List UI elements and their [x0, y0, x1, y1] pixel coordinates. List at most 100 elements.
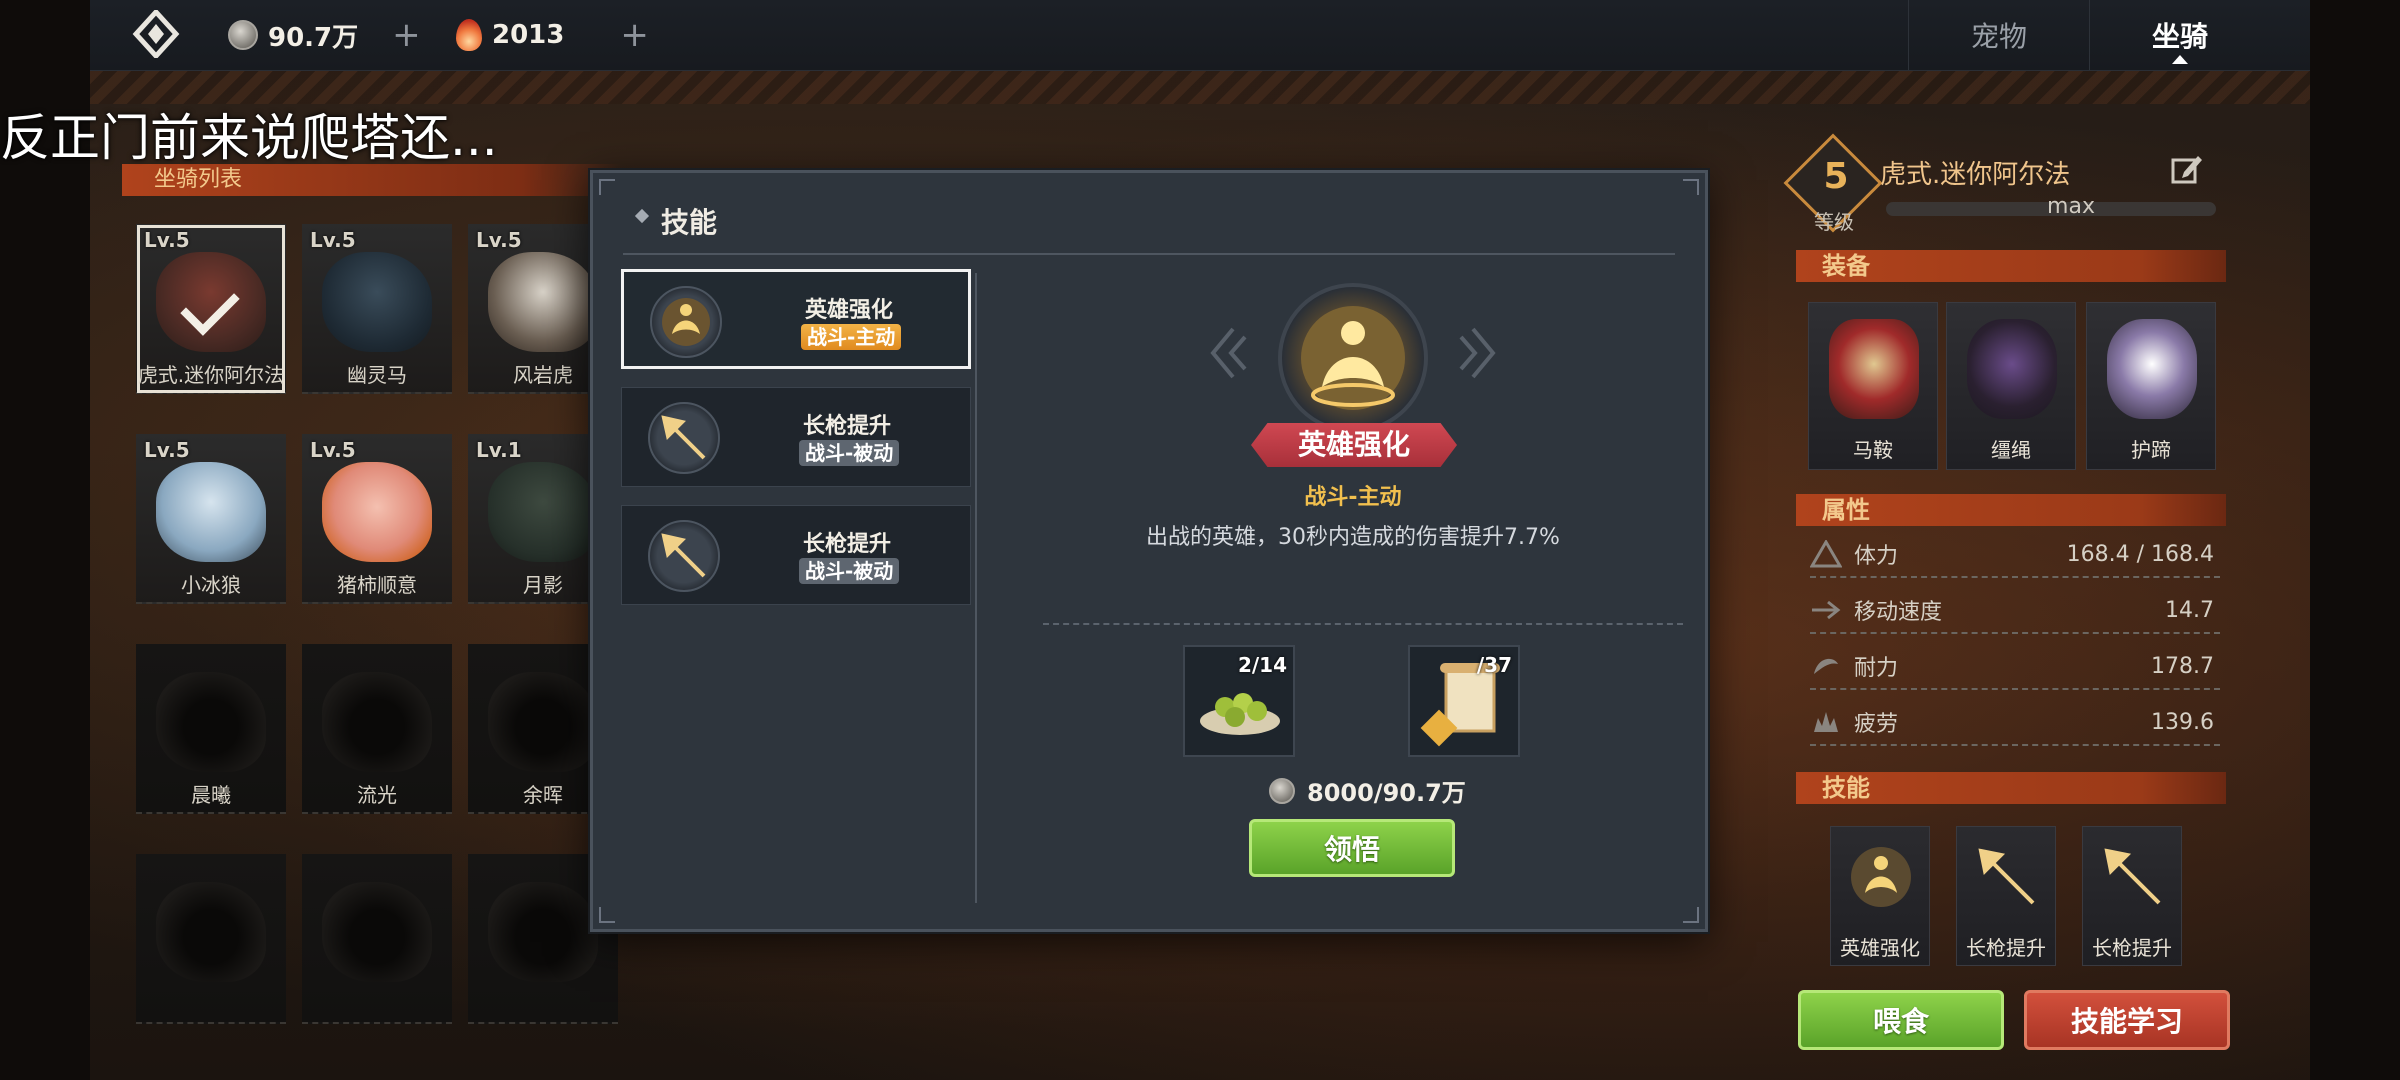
mount-silhouette — [156, 882, 266, 982]
skills-header: 技能 — [1796, 772, 2226, 804]
equipment-name: 马鞍 — [1853, 438, 1893, 462]
stamina-icon — [1810, 540, 1842, 568]
fatigue-icon — [1814, 712, 1838, 732]
mount-silhouette — [156, 672, 266, 772]
silver-amount: 90.7万 — [268, 22, 359, 53]
spear-boost-icon — [1978, 848, 2035, 905]
attribute-label: 疲劳 — [1854, 712, 1899, 737]
comprehend-button[interactable]: 领悟 — [1249, 819, 1455, 877]
hoof-guard-icon — [2107, 319, 2197, 419]
column-divider — [975, 273, 977, 903]
material-slot[interactable]: 2/14 — [1183, 645, 1295, 757]
video-subtitle: 反正门前来说爬塔还... — [0, 109, 498, 167]
mount-portrait — [488, 252, 598, 352]
mount-skill-slot[interactable]: 长枪提升 — [2082, 826, 2182, 966]
skill-modal: 技能 英雄强化 战斗-主动 长枪提升 战斗-被动 长枪提升 战斗-被动 英雄强化… — [590, 170, 1708, 932]
title-divider — [623, 253, 1675, 255]
spear-boost-icon — [661, 533, 706, 578]
title-diamond-icon — [634, 208, 650, 224]
equipment-slot-reins[interactable]: 缰绳 — [1946, 302, 2076, 470]
mount-cell-locked[interactable] — [302, 854, 452, 1024]
tab-mount[interactable]: 坐骑 — [2089, 0, 2270, 70]
learn-skill-button[interactable]: 技能学习 — [2024, 990, 2230, 1050]
reins-icon — [1967, 319, 2057, 419]
attribute-row: 疲劳 139.6 — [1810, 700, 2220, 746]
crystal-currency: 2013 + — [456, 14, 649, 56]
skill-name: 长枪提升 — [2092, 936, 2172, 960]
skill-type-tag: 战斗-主动 — [801, 324, 902, 350]
mount-cell-locked[interactable] — [136, 854, 286, 1024]
silver-coin-icon — [1269, 777, 1295, 804]
add-silver-button[interactable]: + — [392, 15, 421, 55]
skill-list-item[interactable]: 长枪提升 战斗-被动 — [621, 505, 971, 605]
mount-portrait — [322, 462, 432, 562]
crystal-amount: 2013 — [492, 20, 565, 50]
mount-cell[interactable]: Lv.5 猪柿顺意 — [302, 434, 452, 604]
skill-detail-tag: 战斗-主动 — [1304, 485, 1402, 510]
equipment-slot-hoof[interactable]: 护蹄 — [2086, 302, 2216, 470]
equipment-header: 装备 — [1796, 250, 2226, 282]
mount-silhouette — [488, 672, 598, 772]
skill-description: 出战的英雄，30秒内造成的伤害提升7.7% — [1146, 525, 1560, 550]
skill-name: 英雄强化 — [1840, 936, 1920, 960]
attribute-row: 体力 168.4 / 168.4 — [1810, 532, 2220, 578]
endurance-icon — [1814, 658, 1838, 674]
mount-skill-slot[interactable]: 长枪提升 — [1956, 826, 2056, 966]
spear-boost-icon — [661, 415, 706, 460]
cost-display: 8000/90.7万 — [1269, 773, 1466, 808]
mount-cell[interactable]: Lv.5 虎式.迷你阿尔法 — [136, 224, 286, 394]
tab-pet[interactable]: 宠物 — [1908, 0, 2089, 70]
mount-level: Lv.5 — [476, 228, 522, 252]
top-tabs: 宠物 坐骑 — [1908, 0, 2270, 70]
equipment-slot-saddle[interactable]: 马鞍 — [1808, 302, 1938, 470]
attribute-row: 耐力 178.7 — [1810, 644, 2220, 690]
hero-boost-icon — [1851, 847, 1911, 907]
mount-name: 幽灵马 — [347, 363, 407, 387]
mount-name: 小冰狼 — [181, 573, 241, 597]
silver-currency: 90.7万 + — [228, 14, 421, 56]
skill-icon-frame — [650, 286, 722, 358]
add-crystal-button[interactable]: + — [620, 15, 649, 55]
attribute-label: 移动速度 — [1854, 600, 1943, 625]
modal-title: 技能 — [661, 206, 718, 239]
attribute-value: 168.4 / 168.4 — [2066, 541, 2214, 567]
move-speed-icon — [1812, 600, 1841, 620]
mount-level: Lv.1 — [476, 438, 522, 462]
attribute-value: 178.7 — [2151, 653, 2214, 679]
skill-detail-name: 英雄强化 — [1251, 423, 1457, 467]
mount-cell-locked[interactable]: 晨曦 — [136, 644, 286, 814]
skill-name: 长枪提升 — [802, 414, 891, 439]
level-number: 5 — [1823, 156, 1849, 197]
equipment-name: 缰绳 — [1991, 438, 2031, 462]
mount-cell[interactable]: Lv.5 幽灵马 — [302, 224, 452, 394]
saddle-icon — [1829, 319, 1919, 419]
attribute-label: 耐力 — [1854, 656, 1899, 681]
right-ornament-icon — [1459, 327, 1496, 379]
right-letterbox — [2310, 0, 2400, 1080]
mount-name: 猪柿顺意 — [337, 573, 417, 597]
skill-name: 长枪提升 — [1966, 936, 2046, 960]
material-count: 2/14 — [1237, 653, 1287, 677]
equipment-name: 护蹄 — [2131, 438, 2171, 462]
material-slot[interactable]: /37 — [1408, 645, 1520, 757]
mount-name: 流光 — [357, 783, 397, 807]
mount-portrait — [488, 462, 598, 562]
mount-cell[interactable]: Lv.5 小冰狼 — [136, 434, 286, 604]
mount-level: Lv.5 — [144, 228, 190, 252]
game-logo-icon[interactable] — [132, 10, 180, 58]
mount-cell-locked[interactable]: 流光 — [302, 644, 452, 814]
mount-portrait — [156, 462, 266, 562]
skill-type-tag: 战斗-被动 — [799, 558, 900, 584]
skill-icon-frame — [648, 520, 720, 592]
skill-list-item[interactable]: 英雄强化 战斗-主动 — [621, 269, 971, 369]
attribute-value: 139.6 — [2151, 709, 2214, 735]
edit-name-icon[interactable] — [2170, 152, 2204, 186]
skill-list-item[interactable]: 长枪提升 战斗-被动 — [621, 387, 971, 487]
level-label: 等级 — [1814, 210, 1854, 234]
modal-corner — [599, 179, 615, 195]
selected-mount-name: 虎式.迷你阿尔法 — [1880, 160, 2071, 190]
attribute-value: 14.7 — [2165, 597, 2214, 623]
mount-skill-slot[interactable]: 英雄强化 — [1830, 826, 1930, 966]
skill-icon-frame — [648, 402, 720, 474]
feed-button[interactable]: 喂食 — [1798, 990, 2004, 1050]
